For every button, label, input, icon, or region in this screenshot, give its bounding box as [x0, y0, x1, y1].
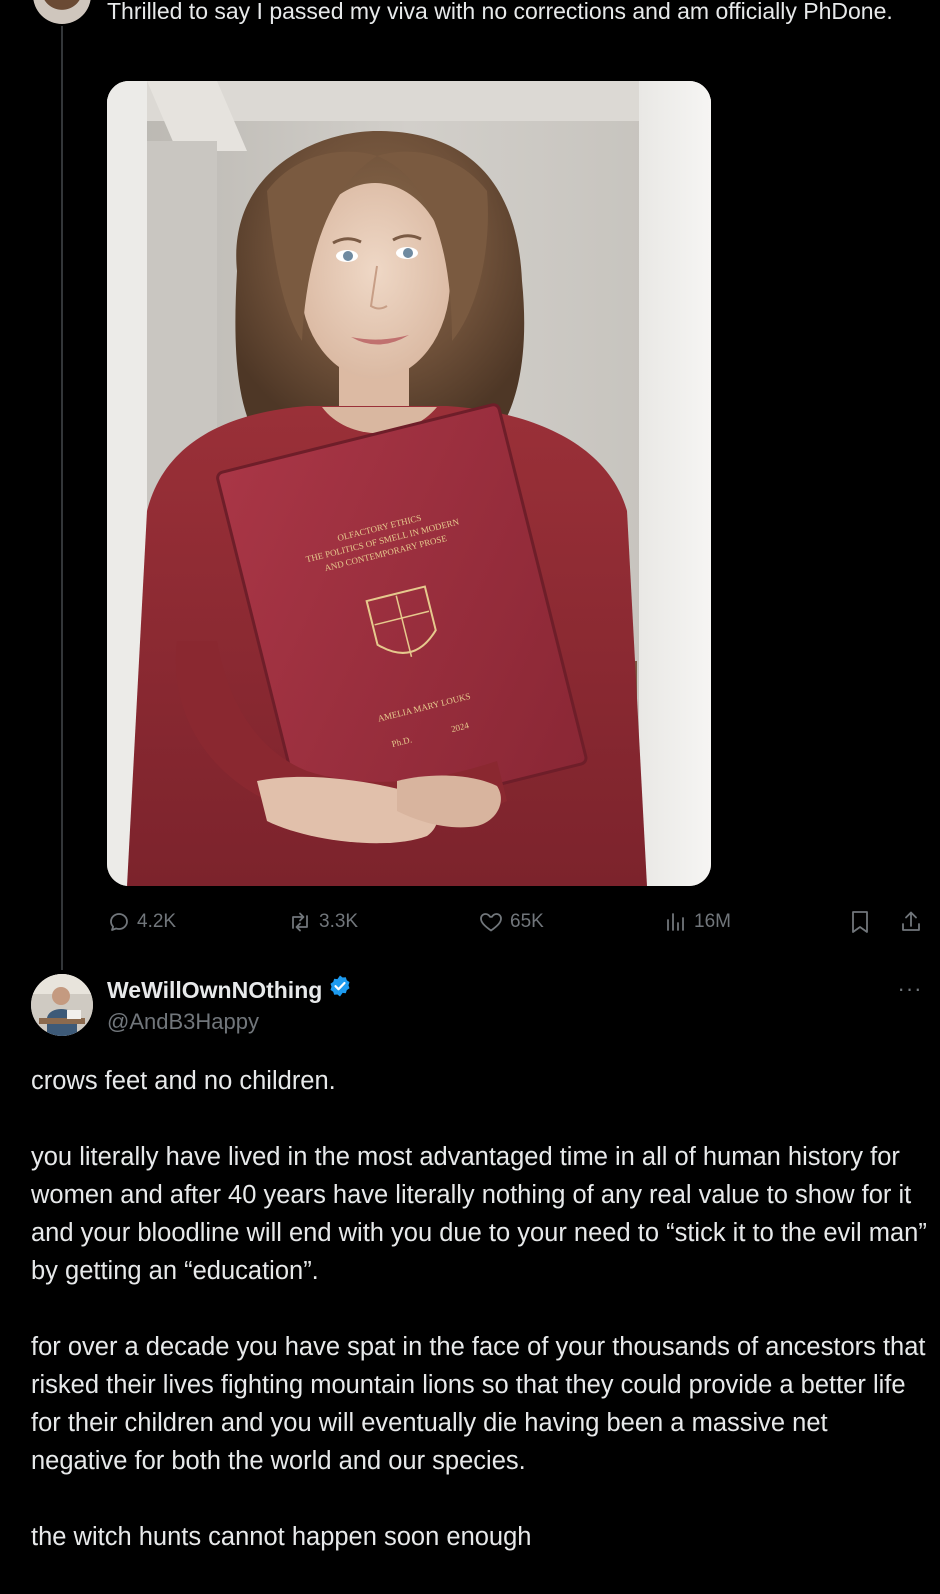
original-author-avatar[interactable]: [33, 0, 91, 24]
reply-handle[interactable]: @AndB3Happy: [107, 1007, 259, 1037]
more-options-button[interactable]: ···: [893, 976, 927, 1004]
share-icon: [899, 909, 923, 935]
views-count: 16M: [694, 911, 731, 932]
like-button[interactable]: 65K: [478, 904, 544, 940]
reply-button[interactable]: 4.2K: [107, 904, 176, 940]
original-tweet-text: Thrilled to say I passed my viva with no…: [107, 0, 893, 24]
photo-illustration: OLFACTORY ETHICS THE POLITICS OF SMELL I…: [107, 81, 711, 886]
verified-badge-icon: [328, 974, 352, 1005]
avatar-illustration: [31, 974, 93, 1036]
reply-display-name[interactable]: WeWillOwnNOthing: [107, 975, 322, 1005]
views-icon: [664, 910, 688, 934]
reply-author-name-row[interactable]: WeWillOwnNOthing: [107, 974, 352, 1005]
tweet-photo[interactable]: OLFACTORY ETHICS THE POLITICS OF SMELL I…: [107, 81, 711, 886]
bookmark-icon: [849, 909, 871, 935]
reply-paragraph: the witch hunts cannot happen soon enoug…: [31, 1523, 532, 1551]
repost-icon: [287, 910, 313, 934]
reply-paragraph: crows feet and no children.: [31, 1067, 336, 1095]
thread-connector-line: [61, 26, 63, 970]
reply-paragraph: for over a decade you have spat in the f…: [31, 1333, 926, 1475]
reply-icon: [107, 910, 131, 934]
repost-button[interactable]: 3.3K: [287, 904, 358, 940]
reply-author-avatar[interactable]: [31, 974, 93, 1036]
heart-icon: [478, 910, 504, 934]
reply-count: 4.2K: [137, 911, 177, 932]
reply-text: crows feet and no children. you literall…: [31, 1062, 931, 1594]
views-button[interactable]: 16M: [664, 904, 731, 940]
share-button[interactable]: [899, 904, 923, 940]
like-count: 65K: [510, 911, 544, 932]
repost-count: 3.3K: [319, 911, 359, 932]
tweet-action-bar: 4.2K 3.3K 65K 16M: [0, 904, 940, 940]
reply-paragraph: you literally have lived in the most adv…: [31, 1143, 927, 1285]
bookmark-button[interactable]: [849, 904, 871, 940]
